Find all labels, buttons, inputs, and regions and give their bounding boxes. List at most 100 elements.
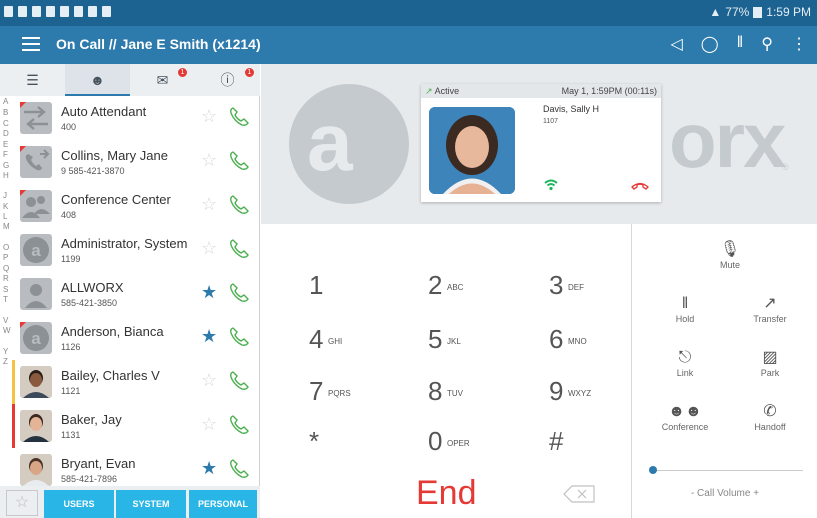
- hold-button[interactable]: ‖ Hold: [657, 294, 713, 324]
- favorite-star-icon[interactable]: ★: [201, 459, 217, 477]
- alphabet-letter[interactable]: Z: [3, 357, 8, 366]
- alphabet-letter[interactable]: Y: [3, 347, 8, 356]
- contact-row[interactable]: a Anderson, Bianca 1126 ★: [12, 316, 258, 360]
- alphabet-letter[interactable]: A: [3, 97, 8, 106]
- dialpad-key[interactable]: 7 PQRS: [309, 376, 409, 416]
- more-icon[interactable]: ⋮: [791, 34, 807, 54]
- dialpad-key[interactable]: 8 TUV: [428, 376, 528, 416]
- signal-icon: [544, 179, 558, 191]
- favorite-star-icon[interactable]: ☆: [201, 371, 217, 389]
- key-letters: WXYZ: [568, 389, 592, 398]
- alphabet-index[interactable]: ABCDEFGH JKLM OPQRST VW YZ: [0, 96, 12, 486]
- alphabet-letter[interactable]: M: [3, 222, 10, 231]
- dialpad-key[interactable]: *: [309, 426, 409, 466]
- tab-info[interactable]: ⓘ 1: [195, 64, 260, 96]
- call-phone-icon[interactable]: [227, 325, 251, 349]
- favorite-star-icon[interactable]: ☆: [201, 195, 217, 213]
- favorite-star-icon[interactable]: ☆: [201, 239, 217, 257]
- tab-list[interactable]: ☰: [0, 64, 65, 96]
- park-button[interactable]: ▨ Park: [742, 348, 798, 378]
- allworx-wordmark: orx: [669, 96, 786, 184]
- contact-row[interactable]: Bailey, Charles V 1121 ☆: [12, 360, 258, 404]
- transfer-icon: ↗: [763, 295, 777, 312]
- contact-row[interactable]: Auto Attendant 400 ☆: [12, 96, 258, 140]
- contact-row[interactable]: ALLWORX 585-421-3850 ★: [12, 272, 258, 316]
- contact-row[interactable]: Conference Center 408 ☆: [12, 184, 258, 228]
- status-flag: [20, 190, 26, 196]
- hangup-icon[interactable]: [631, 180, 649, 190]
- presence-bar: [12, 360, 15, 404]
- alphabet-letter[interactable]: D: [3, 129, 9, 138]
- alphabet-letter[interactable]: J: [3, 191, 7, 200]
- favorite-star-icon[interactable]: ☆: [201, 107, 217, 125]
- personal-button[interactable]: PERSONAL: [189, 490, 257, 518]
- search-icon[interactable]: ⚲: [761, 34, 773, 54]
- favorite-star-icon[interactable]: ★: [201, 283, 217, 301]
- favorites-button[interactable]: ☆: [6, 490, 38, 516]
- transfer-button[interactable]: ↗ Transfer: [742, 294, 798, 324]
- end-call-button[interactable]: End: [416, 474, 477, 513]
- alphabet-letter[interactable]: P: [3, 253, 8, 262]
- contact-number: 1199: [61, 254, 81, 264]
- mute-button[interactable]: 🎙 Mute: [700, 240, 760, 270]
- users-button[interactable]: USERS: [44, 490, 114, 518]
- mail-icon: ✉: [156, 72, 169, 88]
- alphabet-letter[interactable]: E: [3, 140, 8, 149]
- alphabet-letter[interactable]: V: [3, 316, 8, 325]
- call-phone-icon[interactable]: [227, 413, 251, 437]
- page-title: On Call // Jane E Smith (x1214): [56, 36, 261, 52]
- backspace-icon[interactable]: [563, 485, 595, 503]
- call-phone-icon[interactable]: [227, 369, 251, 393]
- notification-icon: [18, 6, 27, 17]
- contact-row[interactable]: Baker, Jay 1131 ☆: [12, 404, 258, 448]
- call-phone-icon[interactable]: [227, 105, 251, 129]
- key-digit: 2: [428, 270, 443, 300]
- alphabet-letter[interactable]: T: [3, 295, 8, 304]
- call-phone-icon[interactable]: [227, 281, 251, 305]
- system-button[interactable]: SYSTEM: [116, 490, 186, 518]
- contact-name: Bryant, Evan: [61, 456, 136, 471]
- alphabet-letter[interactable]: R: [3, 274, 9, 283]
- hold-icon: ‖: [681, 295, 689, 312]
- alphabet-letter[interactable]: K: [3, 202, 8, 211]
- dialpad-key[interactable]: 5 JKL: [428, 324, 528, 364]
- alphabet-letter[interactable]: O: [3, 243, 9, 252]
- alphabet-letter[interactable]: F: [3, 150, 8, 159]
- alphabet-letter[interactable]: C: [3, 119, 9, 128]
- call-phone-icon[interactable]: [227, 237, 251, 261]
- menu-icon[interactable]: [22, 37, 40, 51]
- dialpad-key[interactable]: 1: [309, 270, 409, 310]
- link-button[interactable]: ⎋ Link: [657, 348, 713, 378]
- call-phone-icon[interactable]: [227, 149, 251, 173]
- handoff-button[interactable]: ✆ Handoff: [742, 402, 798, 432]
- active-call-card[interactable]: ↗ Active May 1, 1:59PM (00:11s) Davis, S…: [421, 84, 661, 202]
- dialpad-key[interactable]: 2 ABC: [428, 270, 528, 310]
- favorite-star-icon[interactable]: ☆: [201, 415, 217, 433]
- tab-messages[interactable]: ✉ 1: [130, 64, 195, 96]
- favorite-star-icon[interactable]: ☆: [201, 151, 217, 169]
- dialpad-key[interactable]: 4 GHI: [309, 324, 409, 364]
- alphabet-letter[interactable]: G: [3, 161, 9, 170]
- location-icon[interactable]: ◯: [701, 34, 719, 54]
- favorite-star-icon[interactable]: ★: [201, 327, 217, 345]
- call-phone-icon[interactable]: [227, 193, 251, 217]
- volume-knob[interactable]: [649, 466, 657, 474]
- voicemail-icon[interactable]: ‖: [737, 34, 744, 54]
- alphabet-letter[interactable]: L: [3, 212, 7, 221]
- alphabet-letter[interactable]: W: [3, 326, 11, 335]
- alphabet-letter[interactable]: S: [3, 285, 8, 294]
- alphabet-letter[interactable]: B: [3, 108, 8, 117]
- speaker-icon[interactable]: ◁: [670, 34, 682, 54]
- tab-contacts[interactable]: ☻: [65, 64, 130, 96]
- volume-slider[interactable]: [651, 470, 803, 471]
- call-phone-icon[interactable]: [227, 457, 251, 481]
- alphabet-letter[interactable]: Q: [3, 264, 9, 273]
- contact-number: 1121: [61, 386, 81, 396]
- dialpad-key[interactable]: 0 OPER: [428, 426, 528, 466]
- alphabet-letter[interactable]: H: [3, 171, 9, 180]
- mute-icon: 🎙: [719, 241, 741, 258]
- key-digit: 4: [309, 324, 324, 354]
- conference-button[interactable]: ☻☻ Conference: [650, 402, 720, 432]
- contact-row[interactable]: a Administrator, System 1199 ☆: [12, 228, 258, 272]
- contact-row[interactable]: Collins, Mary Jane 9 585-421-3870 ☆: [12, 140, 258, 184]
